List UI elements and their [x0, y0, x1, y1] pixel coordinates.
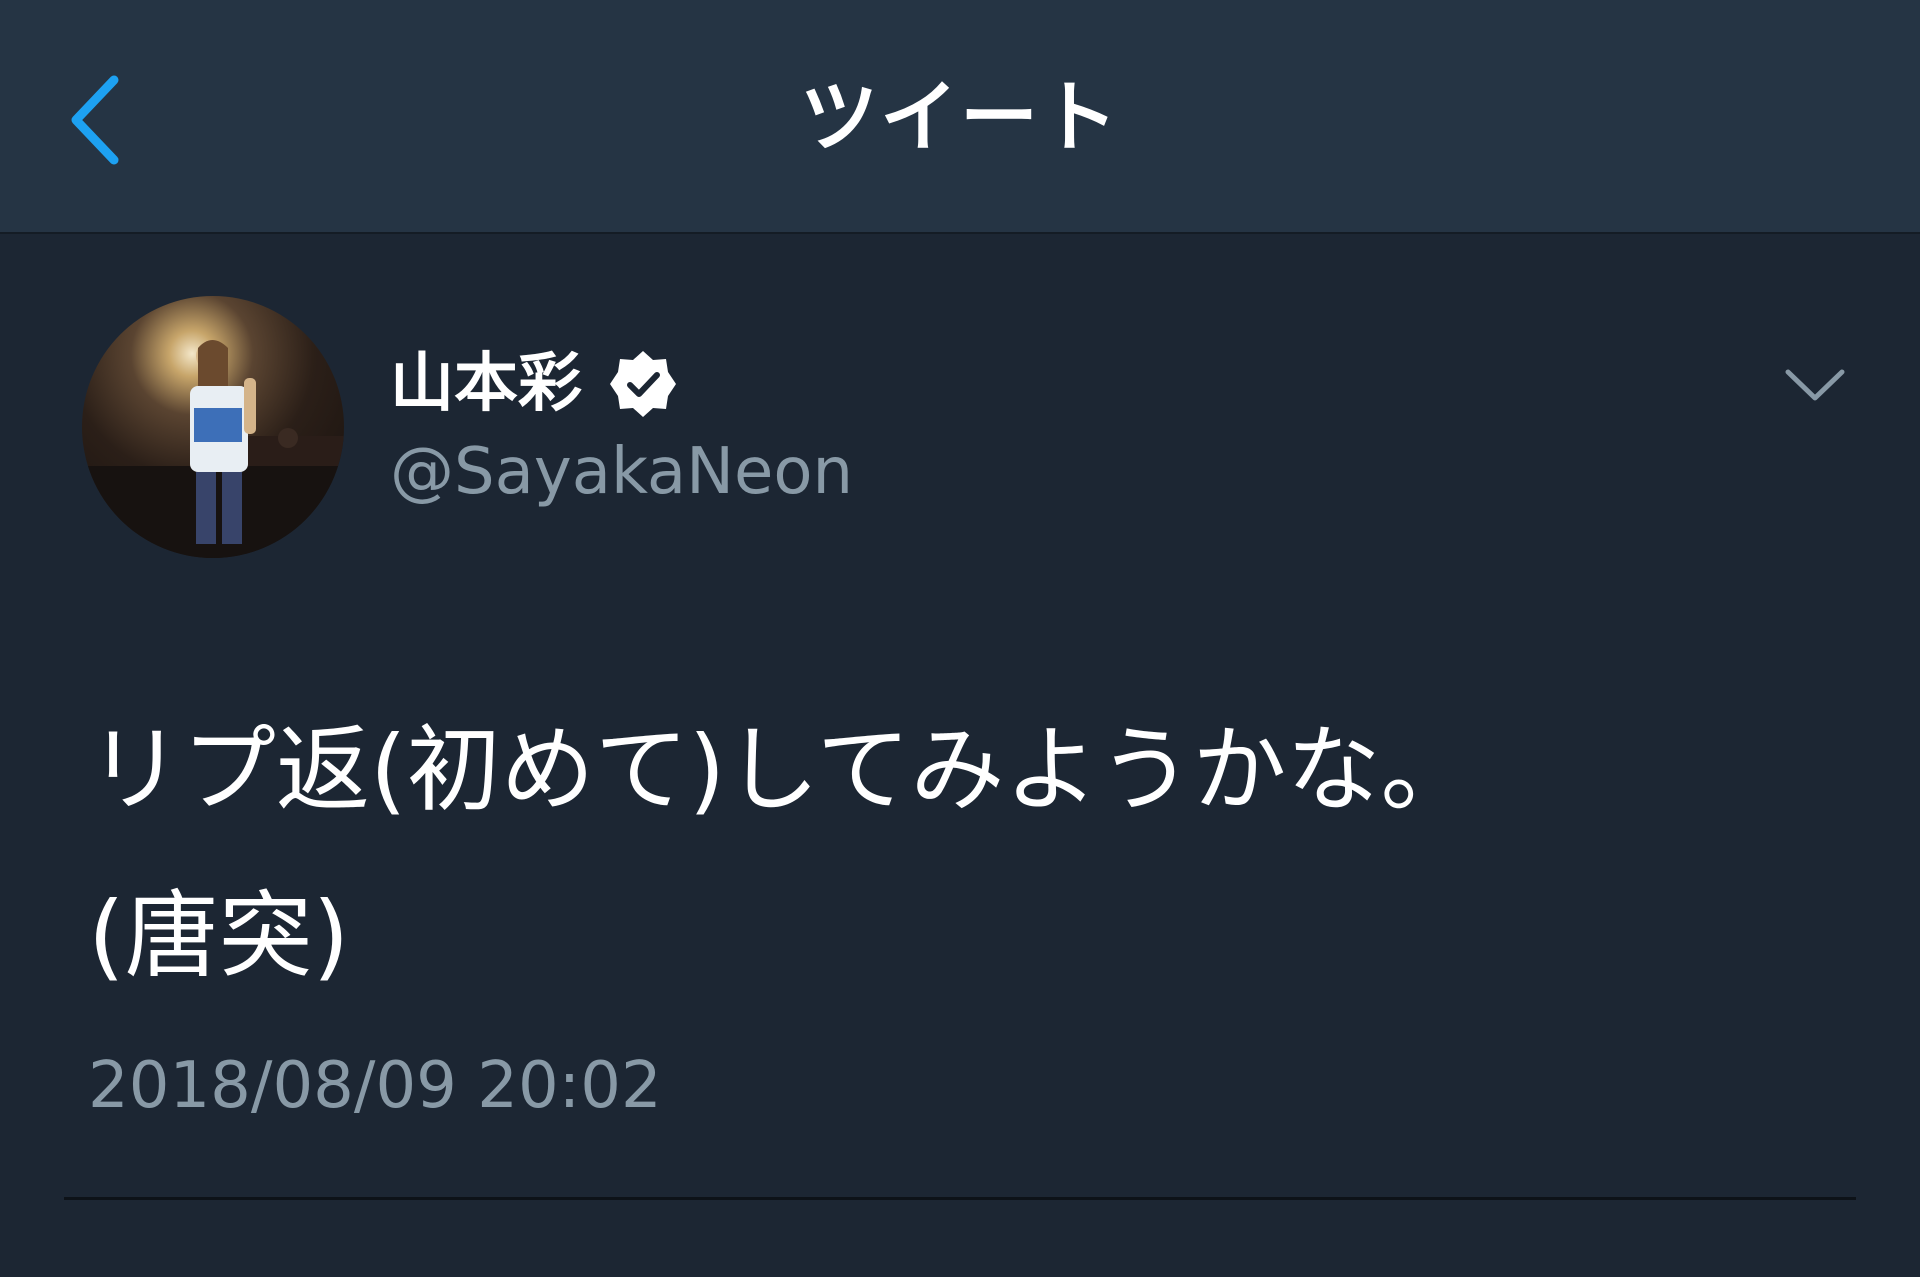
tweet-text: リプ返(初めて)してみようかな。 (唐突)	[88, 716, 1475, 991]
navigation-bar: ツイート	[0, 0, 1920, 234]
divider	[64, 1197, 1856, 1200]
chevron-left-icon	[71, 75, 119, 165]
chevron-down-icon	[1785, 369, 1845, 401]
verified-badge-icon	[610, 351, 676, 417]
display-name: 山本彩	[390, 347, 582, 421]
tweet-detail-screen: ツイート 山本彩 @SayakaNeon リプ返(初めて)してみようかな。 (唐…	[0, 0, 1920, 1277]
tweet-detail: 山本彩 @SayakaNeon リプ返(初めて)してみようかな。 (唐突) 20…	[0, 234, 1920, 1277]
page-title: ツイート	[799, 73, 1120, 163]
user-handle[interactable]: @SayakaNeon	[390, 432, 853, 512]
author-name-row[interactable]: 山本彩	[390, 344, 678, 424]
back-button[interactable]	[62, 70, 132, 170]
tweet-timestamp: 2018/08/09 20:02	[88, 1049, 662, 1123]
tweet-menu-button[interactable]	[1782, 360, 1848, 410]
avatar[interactable]	[82, 296, 344, 558]
profile-photo	[82, 340, 344, 558]
